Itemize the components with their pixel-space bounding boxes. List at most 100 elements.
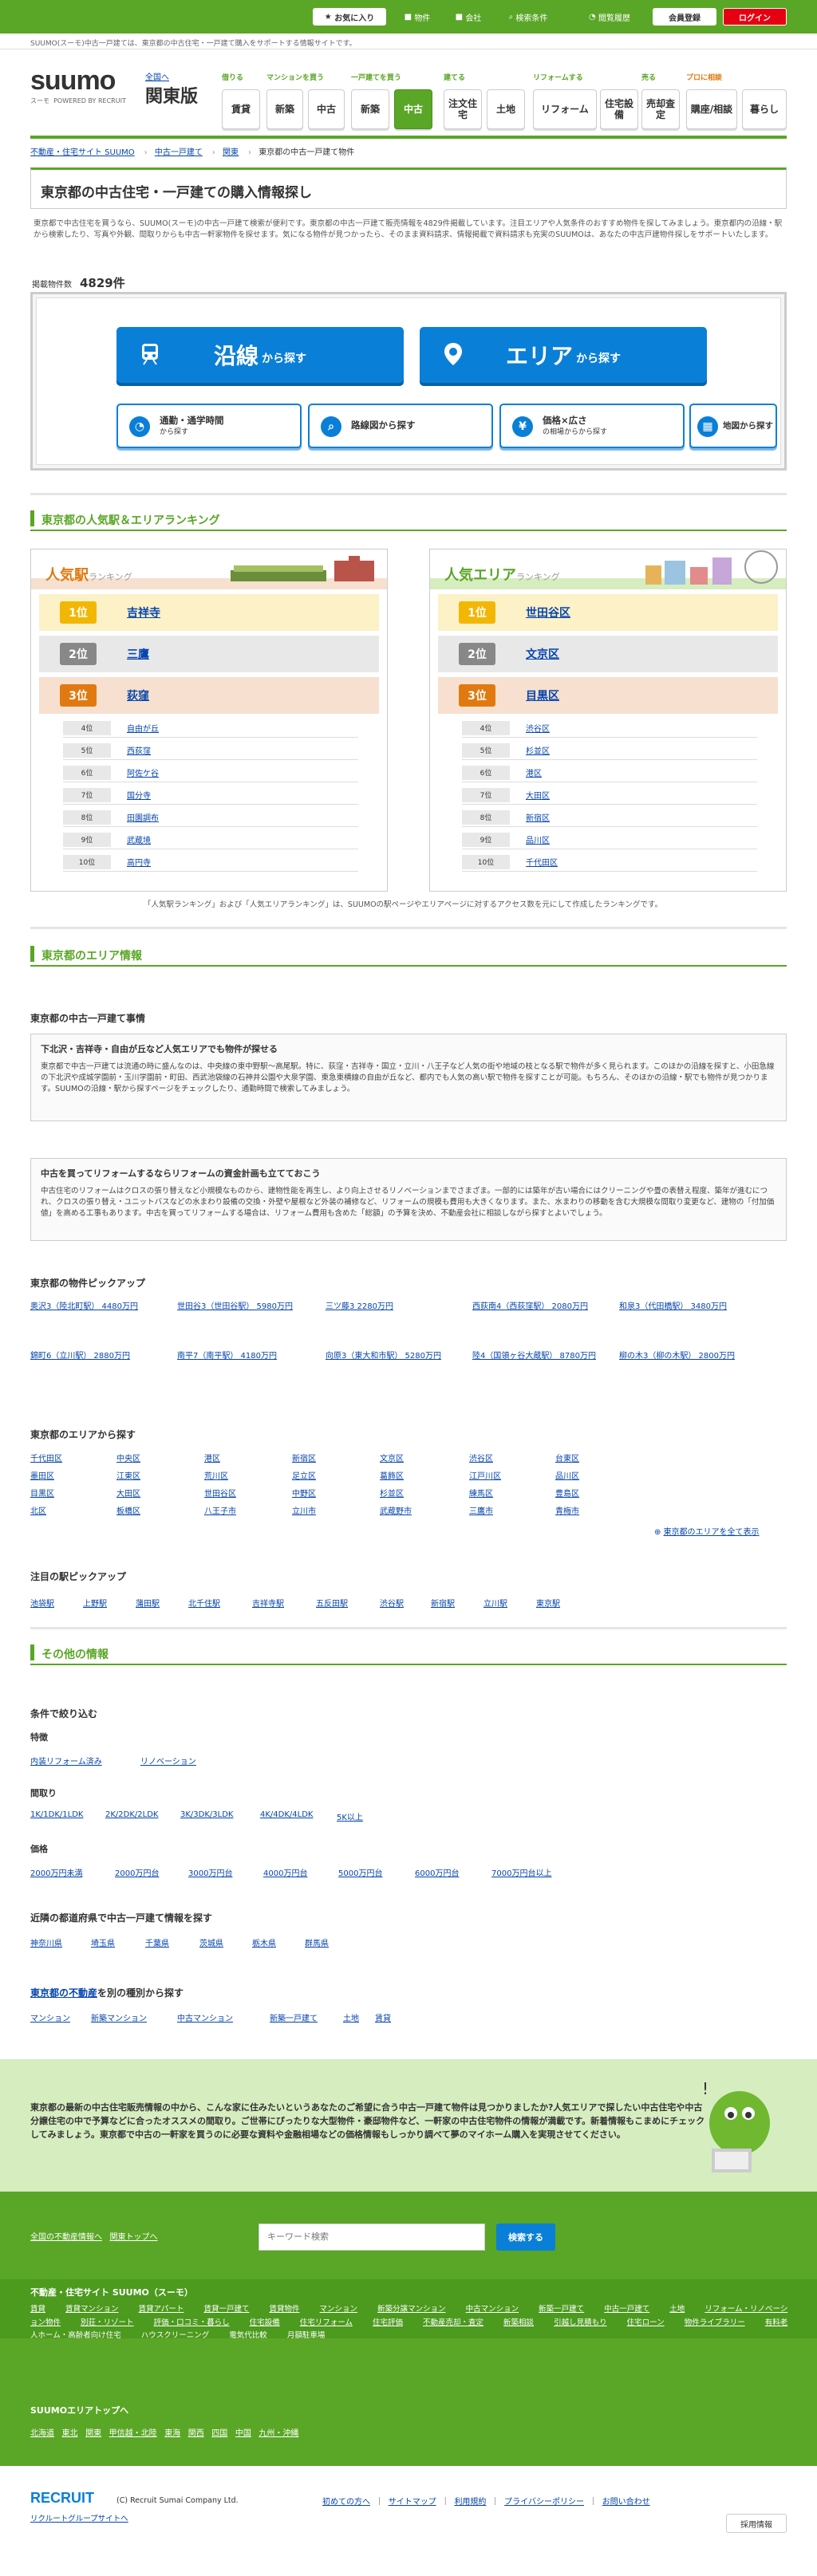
price-link[interactable]: 4000万円台 [263, 1866, 307, 1878]
nav-sell[interactable]: 売却査定 [641, 89, 680, 129]
footer-site-link[interactable]: 別荘・リゾート [81, 2318, 134, 2327]
area-link[interactable]: 足立区 [292, 1469, 316, 1481]
area-link[interactable]: 墨田区 [30, 1469, 54, 1481]
search-by-route-map-button[interactable]: ⌕ 路線図から探す [308, 404, 493, 448]
area-link[interactable]: 大田区 [116, 1487, 140, 1499]
jobs-button[interactable]: 採用情報 [726, 2514, 787, 2533]
pick-link[interactable]: 和泉3（代田橋駅） 3480万円 [619, 1302, 755, 1313]
layout-link[interactable]: 5K以上 [337, 1810, 363, 1822]
type-link[interactable]: 賃貸 [375, 2011, 391, 2023]
pick-link[interactable]: 三ツ藤3 2280万円 [326, 1302, 461, 1313]
station-link[interactable]: 池袋駅 [30, 1597, 54, 1609]
station-link[interactable]: 蒲田駅 [136, 1597, 160, 1609]
nav-rent[interactable]: 賃貸 [222, 89, 260, 129]
area-link[interactable]: 渋谷区 [469, 1451, 493, 1463]
nav-used-house[interactable]: 中古 [394, 89, 432, 129]
favorites-button[interactable]: ★ お気に入り [313, 8, 386, 26]
nearby-link[interactable]: 千葉県 [145, 1936, 169, 1948]
feature-link[interactable]: 内装リフォーム済み [30, 1755, 102, 1767]
register-button[interactable]: 会員登録 [653, 8, 716, 26]
show-all-areas-link[interactable]: ⊕ 東京都のエリアを全て表示 [654, 1525, 760, 1537]
search-by-map-button[interactable]: ▦ 地図から探す [689, 404, 777, 448]
nav-reform[interactable]: リフォーム [533, 89, 597, 129]
area-link[interactable]: 目黒区 [30, 1487, 54, 1499]
pick-link[interactable]: 世田谷3（世田谷駅） 5980万円 [177, 1302, 313, 1313]
list-item[interactable]: 10位 高円寺 [63, 853, 358, 872]
list-item[interactable]: 4位 渋谷区 [462, 719, 757, 738]
price-link[interactable]: 2000万円台 [115, 1866, 159, 1878]
keyword-search-button[interactable]: 検索する [496, 2223, 555, 2251]
pick-link[interactable]: 西荻南4（西荻窪駅） 2080万円 [472, 1302, 608, 1313]
search-by-price-button[interactable]: ¥ 価格×広さ の相場からから探す [499, 404, 685, 448]
station-link[interactable]: 東京駅 [536, 1597, 560, 1609]
station-rank-1[interactable]: 1位 吉祥寺 [39, 594, 379, 631]
footer-site-link[interactable]: 賃貸 [30, 2305, 45, 2314]
list-item[interactable]: 8位 新宿区 [462, 808, 757, 827]
nav-living[interactable]: 暮らし [742, 89, 787, 129]
nearby-link[interactable]: 神奈川県 [30, 1936, 62, 1948]
list-item[interactable]: 4位 自由が丘 [63, 719, 358, 738]
area-link[interactable]: 港区 [204, 1451, 220, 1463]
area-link[interactable]: 品川区 [555, 1469, 579, 1481]
breadcrumb-used-house[interactable]: 中古一戸建て [155, 148, 203, 157]
area-link[interactable]: 八王子市 [204, 1504, 236, 1516]
pick-link[interactable]: 南平7（南平駅） 4180万円 [177, 1351, 313, 1362]
list-item[interactable]: 6位 港区 [462, 763, 757, 782]
footer-site-link[interactable]: 住宅リフォーム [300, 2318, 353, 2327]
layout-link[interactable]: 3K/3DK/3LDK [180, 1810, 233, 1819]
station-link[interactable]: 立川駅 [483, 1597, 507, 1609]
list-item[interactable]: 6位 阿佐ケ谷 [63, 763, 358, 782]
footer-site-link[interactable]: マンション [320, 2305, 358, 2314]
footer-site-link[interactable]: 物件ライブラリー [685, 2318, 745, 2327]
nearby-link[interactable]: 栃木県 [252, 1936, 276, 1948]
all-regions-link[interactable]: 全国へ [145, 73, 169, 82]
nearby-link[interactable]: 群馬県 [305, 1936, 329, 1948]
nav-custom-house[interactable]: 注文住宅 [444, 89, 482, 129]
area-rank-3[interactable]: 3位 目黒区 [438, 677, 778, 714]
pick-link[interactable]: 向原3（東大和市駅） 5280万円 [326, 1351, 461, 1362]
area-link[interactable]: 江戸川区 [469, 1469, 501, 1481]
station-link[interactable]: 北千住駅 [188, 1597, 220, 1609]
company-link[interactable]: ■ 会社 [445, 8, 491, 26]
footer-site-link[interactable]: 新築一戸建て [539, 2305, 584, 2314]
price-link[interactable]: 7000万円台以上 [491, 1866, 551, 1878]
list-item[interactable]: 9位 武蔵境 [63, 830, 358, 849]
area-link[interactable]: 葛飾区 [380, 1469, 404, 1481]
nav-equipment[interactable]: 住宅設備 [600, 89, 638, 129]
list-item[interactable]: 9位 品川区 [462, 830, 757, 849]
pick-link[interactable]: 錦町6（立川駅） 2880万円 [30, 1351, 166, 1362]
nav-consult[interactable]: 購座/相談 [686, 89, 737, 129]
type-link[interactable]: マンション [30, 2011, 70, 2023]
footer-site-link[interactable]: 中古一戸建て [604, 2305, 649, 2314]
footer-site-link[interactable]: 住宅評価 [373, 2318, 403, 2327]
area-link[interactable]: 文京区 [380, 1451, 404, 1463]
list-item[interactable]: 7位 国分寺 [63, 786, 358, 805]
history-link[interactable]: ◔ 閲覧履歴 [578, 8, 641, 26]
nearby-link[interactable]: 埼玉県 [91, 1936, 115, 1948]
property-link[interactable]: ■ 物件 [394, 8, 440, 26]
login-button[interactable]: ログイン [723, 8, 787, 26]
footer-site-link[interactable]: 新築相談 [503, 2318, 534, 2327]
area-link[interactable]: 台東区 [555, 1451, 579, 1463]
nav-land[interactable]: 土地 [487, 89, 525, 129]
breadcrumb-home[interactable]: 不動産・住宅サイト SUUMO [30, 148, 135, 157]
area-link[interactable]: 新宿区 [292, 1451, 316, 1463]
footer-national-link[interactable]: 全国の不動産情報へ [30, 2233, 102, 2242]
area-link[interactable]: 杉並区 [380, 1487, 404, 1499]
nav-used-mansion[interactable]: 中古 [308, 89, 345, 129]
area-link[interactable]: 三鷹市 [469, 1504, 493, 1516]
type-link[interactable]: 中古マンション [177, 2011, 233, 2023]
pick-link[interactable]: 柳の木3（柳の木駅） 2800万円 [619, 1351, 755, 1362]
area-link[interactable]: 荒川区 [204, 1469, 228, 1481]
footer-site-link[interactable]: 不動産売却・査定 [423, 2318, 483, 2327]
station-link[interactable]: 吉祥寺駅 [252, 1597, 284, 1609]
price-link[interactable]: 3000万円台 [188, 1866, 232, 1878]
footer-site-link[interactable]: 賃貸アパート [139, 2305, 184, 2314]
area-link[interactable]: 江東区 [116, 1469, 140, 1481]
nearby-link[interactable]: 茨城県 [199, 1936, 223, 1948]
nav-new-house[interactable]: 新築 [351, 89, 389, 129]
search-by-line-button[interactable]: 沿線 から探す [116, 327, 404, 383]
layout-link[interactable]: 2K/2DK/2LDK [105, 1810, 158, 1819]
nav-new-mansion[interactable]: 新築 [266, 89, 303, 129]
layout-link[interactable]: 4K/4DK/4LDK [260, 1810, 313, 1819]
